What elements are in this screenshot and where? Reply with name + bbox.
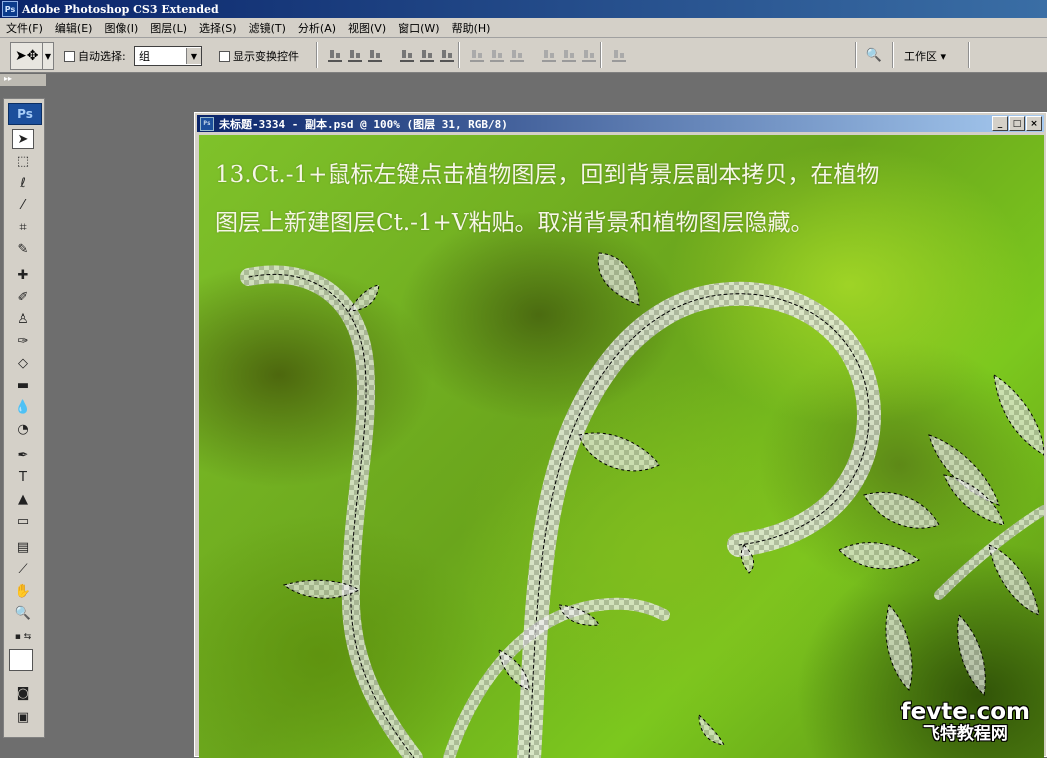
ps-icon: Ps (200, 116, 214, 131)
watermark-site-name: 飞特教程网 (922, 724, 1008, 744)
checkbox-box[interactable] (64, 50, 75, 62)
document-title: 未标题-3334 - 副本.psd @ 100% (图层 31, RGB/8) (219, 117, 508, 131)
toolbox-grip[interactable]: ▸▸ (0, 74, 46, 86)
magic-wand-icon[interactable]: ⁄ (12, 195, 34, 215)
bridge-icon[interactable]: 🔍 (861, 44, 887, 66)
divider (600, 42, 602, 68)
foreground-color-swatch[interactable] (9, 649, 33, 671)
minimize-icon[interactable]: _ (992, 116, 1008, 131)
ps-logo[interactable]: Ps (8, 103, 42, 125)
align-right-icon[interactable] (440, 48, 454, 62)
tool-preset-picker[interactable]: ➤✥ ▼ (10, 42, 54, 70)
lasso-tool-icon[interactable]: ℓ (12, 173, 34, 193)
divider (968, 42, 970, 68)
distribute-right-icon[interactable] (582, 48, 596, 62)
watermark-domain: fevte.com (900, 699, 1030, 725)
distribute-left-icon[interactable] (542, 48, 556, 62)
align-bottom-icon[interactable] (368, 48, 382, 62)
document-window: Ps 未标题-3334 - 副本.psd @ 100% (图层 31, RGB/… (194, 112, 1047, 758)
align-hcenter-icon[interactable] (420, 48, 434, 62)
menu-layer[interactable]: 图层(L) (144, 20, 193, 36)
window-controls: _ □ × (992, 116, 1042, 131)
pen-tool-icon[interactable]: ✒ (12, 445, 34, 465)
menu-file[interactable]: 文件(F) (0, 20, 49, 36)
dodge-tool-icon[interactable]: ◔ (12, 419, 34, 439)
menu-filter[interactable]: 滤镜(T) (243, 20, 292, 36)
menu-edit[interactable]: 编辑(E) (49, 20, 99, 36)
brush-tool-icon[interactable]: ✐ (12, 287, 34, 307)
auto-align-buttons (612, 48, 626, 62)
menu-image[interactable]: 图像(I) (98, 20, 144, 36)
menu-select[interactable]: 选择(S) (193, 20, 243, 36)
auto-select-label: 自动选择: (78, 50, 126, 63)
eyedropper-icon[interactable]: ⟋ (12, 559, 34, 579)
caption-line-1: 13.Ct.-1+鼠标左键点击植物图层，回到背景层副本拷贝，在植物 (215, 162, 880, 188)
align-top-icon[interactable] (328, 48, 342, 62)
shape-tool-icon[interactable]: ▭ (12, 511, 34, 531)
auto-select-value: 组 (139, 50, 150, 63)
distribute-top-icon[interactable] (470, 48, 484, 62)
marquee-tool-icon[interactable]: ⬚ (12, 151, 34, 171)
quick-mask-icon[interactable]: ◙ (12, 683, 34, 703)
distribute-hcenter-icon[interactable] (562, 48, 576, 62)
move-tool-icon[interactable]: ➤ (12, 129, 34, 149)
menu-view[interactable]: 视图(V) (342, 20, 392, 36)
healing-brush-icon[interactable]: ✚ (12, 265, 34, 285)
options-bar: ➤✥ ▼ 自动选择: 组 ▼ 显示变换控件 🔍 工作区 ▾ (0, 38, 1047, 73)
workspace-menu[interactable]: 工作区 ▾ (904, 48, 946, 64)
menu-analysis[interactable]: 分析(A) (292, 20, 342, 36)
show-transform-checkbox[interactable]: 显示变换控件 (219, 48, 299, 64)
type-tool-icon[interactable]: T (12, 467, 34, 487)
history-brush-icon[interactable]: ✑ (12, 331, 34, 351)
align-vcenter-icon[interactable] (348, 48, 362, 62)
ps-icon: Ps (2, 1, 18, 17)
document-title-bar[interactable]: Ps 未标题-3334 - 副本.psd @ 100% (图层 31, RGB/… (197, 115, 1044, 132)
close-icon[interactable]: × (1026, 116, 1042, 131)
distribute-vcenter-icon[interactable] (490, 48, 504, 62)
menu-bar: 文件(F) 编辑(E) 图像(I) 图层(L) 选择(S) 滤镜(T) 分析(A… (0, 18, 1047, 38)
show-transform-label: 显示变换控件 (233, 50, 299, 63)
default-colors-icon[interactable]: ▪ ⇆ (12, 627, 34, 647)
menu-window[interactable]: 窗口(W) (392, 20, 445, 36)
maximize-icon[interactable]: □ (1009, 116, 1025, 131)
auto-select-checkbox[interactable]: 自动选择: (64, 48, 126, 64)
align-buttons (328, 48, 454, 62)
slice-tool-icon[interactable]: ✎ (12, 239, 34, 259)
zoom-tool-icon[interactable]: 🔍 (12, 603, 34, 623)
menu-help[interactable]: 帮助(H) (446, 20, 497, 36)
move-tool-icon: ➤✥ (15, 48, 39, 64)
clone-stamp-icon[interactable]: ♙ (12, 309, 34, 329)
divider (855, 42, 857, 68)
distribute-buttons (470, 48, 596, 62)
divider (892, 42, 894, 68)
app-title: Adobe Photoshop CS3 Extended (22, 2, 219, 16)
divider (316, 42, 318, 68)
checkbox-box[interactable] (219, 50, 230, 62)
blur-tool-icon[interactable]: 💧 (12, 397, 34, 417)
auto-select-dropdown[interactable]: 组 ▼ (134, 46, 202, 66)
notes-tool-icon[interactable]: ▤ (12, 537, 34, 557)
divider (458, 42, 460, 68)
chevron-down-icon: ▼ (42, 43, 53, 69)
site-watermark: fevte.com 飞特教程网 (901, 700, 1030, 744)
tutorial-caption: 13.Ct.-1+鼠标左键点击植物图层，回到背景层副本拷贝，在植物 图层上新建图… (215, 151, 1015, 247)
screen-mode-icon[interactable]: ▣ (12, 707, 34, 727)
hand-tool-icon[interactable]: ✋ (12, 581, 34, 601)
crop-tool-icon[interactable]: ⌗ (12, 217, 34, 237)
gradient-tool-icon[interactable]: ▬ (12, 375, 34, 395)
document-canvas[interactable]: 13.Ct.-1+鼠标左键点击植物图层，回到背景层副本拷贝，在植物 图层上新建图… (199, 135, 1044, 758)
distribute-bottom-icon[interactable] (510, 48, 524, 62)
caption-line-2: 图层上新建图层Ct.-1+V粘贴。取消背景和植物图层隐藏。 (215, 210, 814, 236)
auto-align-layers-icon[interactable] (612, 48, 626, 62)
app-title-bar: Ps Adobe Photoshop CS3 Extended (0, 0, 1047, 18)
align-left-icon[interactable] (400, 48, 414, 62)
path-selection-icon[interactable]: ▲ (12, 489, 34, 509)
chevron-down-icon[interactable]: ▼ (186, 48, 201, 64)
eraser-tool-icon[interactable]: ◇ (12, 353, 34, 373)
toolbox: Ps ➤ ⬚ ℓ ⁄ ⌗ ✎ ✚ ✐ ♙ ✑ ◇ ▬ 💧 ◔ ✒ T ▲ ▭ ▤… (3, 98, 45, 738)
